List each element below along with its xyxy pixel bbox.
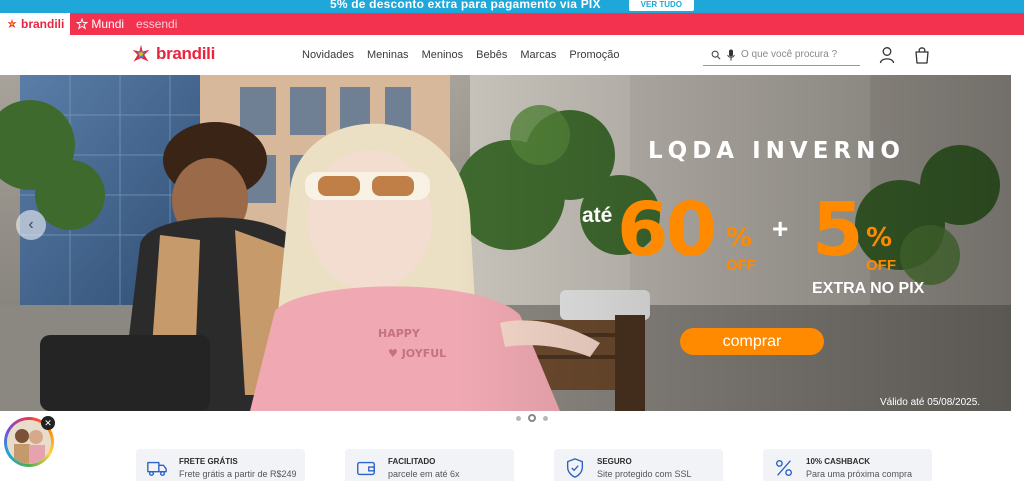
account-icon[interactable] [879, 46, 895, 64]
brand-tab-label: brandili [21, 17, 65, 31]
carousel-dot[interactable] [516, 415, 521, 421]
shield-icon [566, 458, 584, 478]
discount-extra-value: 5 [812, 187, 863, 273]
benefit-card: SEGURO Site protegido com SSL [554, 449, 723, 481]
discount-main-off: OFF [726, 257, 756, 274]
brand-tab-brandili[interactable]: brandili [0, 13, 71, 35]
brandili-star-icon [7, 19, 17, 28]
benefit-subtitle: parcele em até 6x [388, 469, 460, 479]
buy-button[interactable]: comprar [680, 328, 824, 355]
discount-extra-percent: % [866, 223, 893, 253]
nav-item-marcas[interactable]: Marcas [520, 49, 556, 61]
percent-icon [775, 459, 793, 477]
benefit-title: FACILITADO [388, 457, 436, 466]
chevron-left-icon: ‹ [28, 216, 34, 233]
discount-extra-off: OFF [866, 257, 896, 274]
nav-item-novidades[interactable]: Novidades [302, 49, 354, 61]
discount-main-percent: % [726, 223, 753, 253]
site-header: brandili Novidades Meninas Meninos Bebês… [0, 35, 1024, 75]
brand-tab-essendi[interactable]: essendi [130, 13, 183, 35]
carousel-dot[interactable] [543, 415, 548, 421]
brand-bar: brandili Mundi essendi [0, 13, 1024, 35]
search-bar [703, 44, 860, 66]
carousel-dot-active[interactable] [528, 414, 536, 422]
microphone-icon[interactable] [727, 49, 735, 61]
close-icon[interactable]: ✕ [41, 416, 55, 430]
brand-tab-label: essendi [136, 17, 178, 31]
search-input[interactable] [741, 49, 851, 60]
nav-item-promocao[interactable]: Promoção [569, 49, 619, 61]
nav-item-bebes[interactable]: Bebês [476, 49, 507, 61]
shopping-bag-icon[interactable] [914, 46, 930, 64]
carousel-prev-button[interactable]: ‹ [16, 210, 46, 240]
benefit-title: FRETE GRÁTIS [179, 457, 238, 466]
main-nav: Novidades Meninas Meninos Bebês Marcas P… [302, 35, 620, 75]
nav-item-meninos[interactable]: Meninos [422, 49, 464, 61]
mundi-star-icon [76, 18, 89, 30]
discount-main-value: 60 [617, 187, 717, 273]
nav-item-meninas[interactable]: Meninas [367, 49, 409, 61]
benefit-card: FACILITADO parcele em até 6x [345, 449, 514, 481]
brandili-logo[interactable]: brandili [131, 44, 215, 64]
see-all-button[interactable]: VER TUDO [628, 0, 695, 11]
benefit-title: SEGURO [597, 457, 632, 466]
carousel-dots [516, 414, 548, 422]
promo-text: 5% de desconto extra para pagamento via … [329, 0, 601, 11]
discount-prefix: até [582, 204, 613, 227]
benefit-subtitle: Site protegido com SSL [597, 469, 692, 479]
benefit-subtitle: Frete grátis a partir de R$249 [179, 469, 297, 479]
benefit-card: 10% CASHBACK Para uma próxima compra [763, 449, 932, 481]
plus-sign: + [772, 213, 789, 244]
logo-text: brandili [156, 44, 215, 63]
benefit-title: 10% CASHBACK [806, 457, 871, 466]
brand-tab-mundi[interactable]: Mundi [70, 13, 130, 35]
search-icon[interactable] [711, 50, 721, 60]
benefit-subtitle: Para uma próxima compra [806, 469, 913, 479]
extra-pix-label: EXTRA NO PIX [812, 280, 925, 297]
hero-banner[interactable]: HAPPY ♥ JOYFUL ‹ LQDA INVERNO até 60 % O… [0, 75, 1011, 411]
benefit-card: FRETE GRÁTIS Frete grátis a partir de R$… [136, 449, 305, 481]
brand-tab-label: Mundi [91, 17, 125, 31]
wallet-icon [357, 461, 375, 476]
validity-note: Válido até 05/08/2025. [880, 397, 981, 408]
campaign-title: LQDA INVERNO [648, 138, 905, 164]
promo-strip: 5% de desconto extra para pagamento via … [0, 0, 1024, 13]
truck-icon [147, 461, 167, 477]
brandili-logo-icon [132, 44, 150, 62]
